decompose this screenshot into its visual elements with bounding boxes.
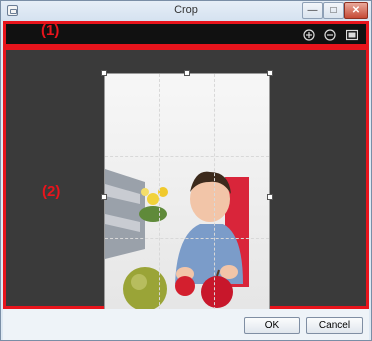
zoom-out-icon[interactable] xyxy=(324,29,336,41)
dialog-content: (1) (2) xyxy=(3,21,369,324)
zoom-in-icon[interactable] xyxy=(303,29,315,41)
callout-2: (2) xyxy=(42,183,61,200)
close-button[interactable]: ✕ xyxy=(344,2,368,19)
callout-1: (1) xyxy=(41,22,60,39)
crop-guide-horizontal-1 xyxy=(105,156,269,157)
minimize-button[interactable]: — xyxy=(302,2,323,19)
title-bar: Crop — □ ✕ xyxy=(1,1,371,21)
crop-guide-vertical-2 xyxy=(214,74,215,320)
child-photo-image xyxy=(105,74,269,320)
crop-handle-top[interactable] xyxy=(184,70,190,76)
crop-canvas[interactable]: (2) xyxy=(3,47,369,324)
crop-handle-top-left[interactable] xyxy=(101,70,107,76)
cancel-button[interactable]: Cancel xyxy=(306,317,363,334)
crop-guide-horizontal-2 xyxy=(105,238,269,239)
crop-handle-top-right[interactable] xyxy=(267,70,273,76)
crop-toolbar: (1) xyxy=(3,21,369,47)
photo-preview[interactable] xyxy=(104,73,270,321)
maximize-button[interactable]: □ xyxy=(323,2,344,19)
ok-button[interactable]: OK xyxy=(244,317,300,334)
crop-handle-right[interactable] xyxy=(267,194,273,200)
button-bar: OK Cancel xyxy=(3,309,369,340)
crop-dialog: Crop — □ ✕ (1) (2) OK Cancel xyxy=(0,0,372,341)
crop-handle-left[interactable] xyxy=(101,194,107,200)
fit-icon[interactable] xyxy=(346,29,358,41)
crop-guide-vertical-1 xyxy=(159,74,160,320)
